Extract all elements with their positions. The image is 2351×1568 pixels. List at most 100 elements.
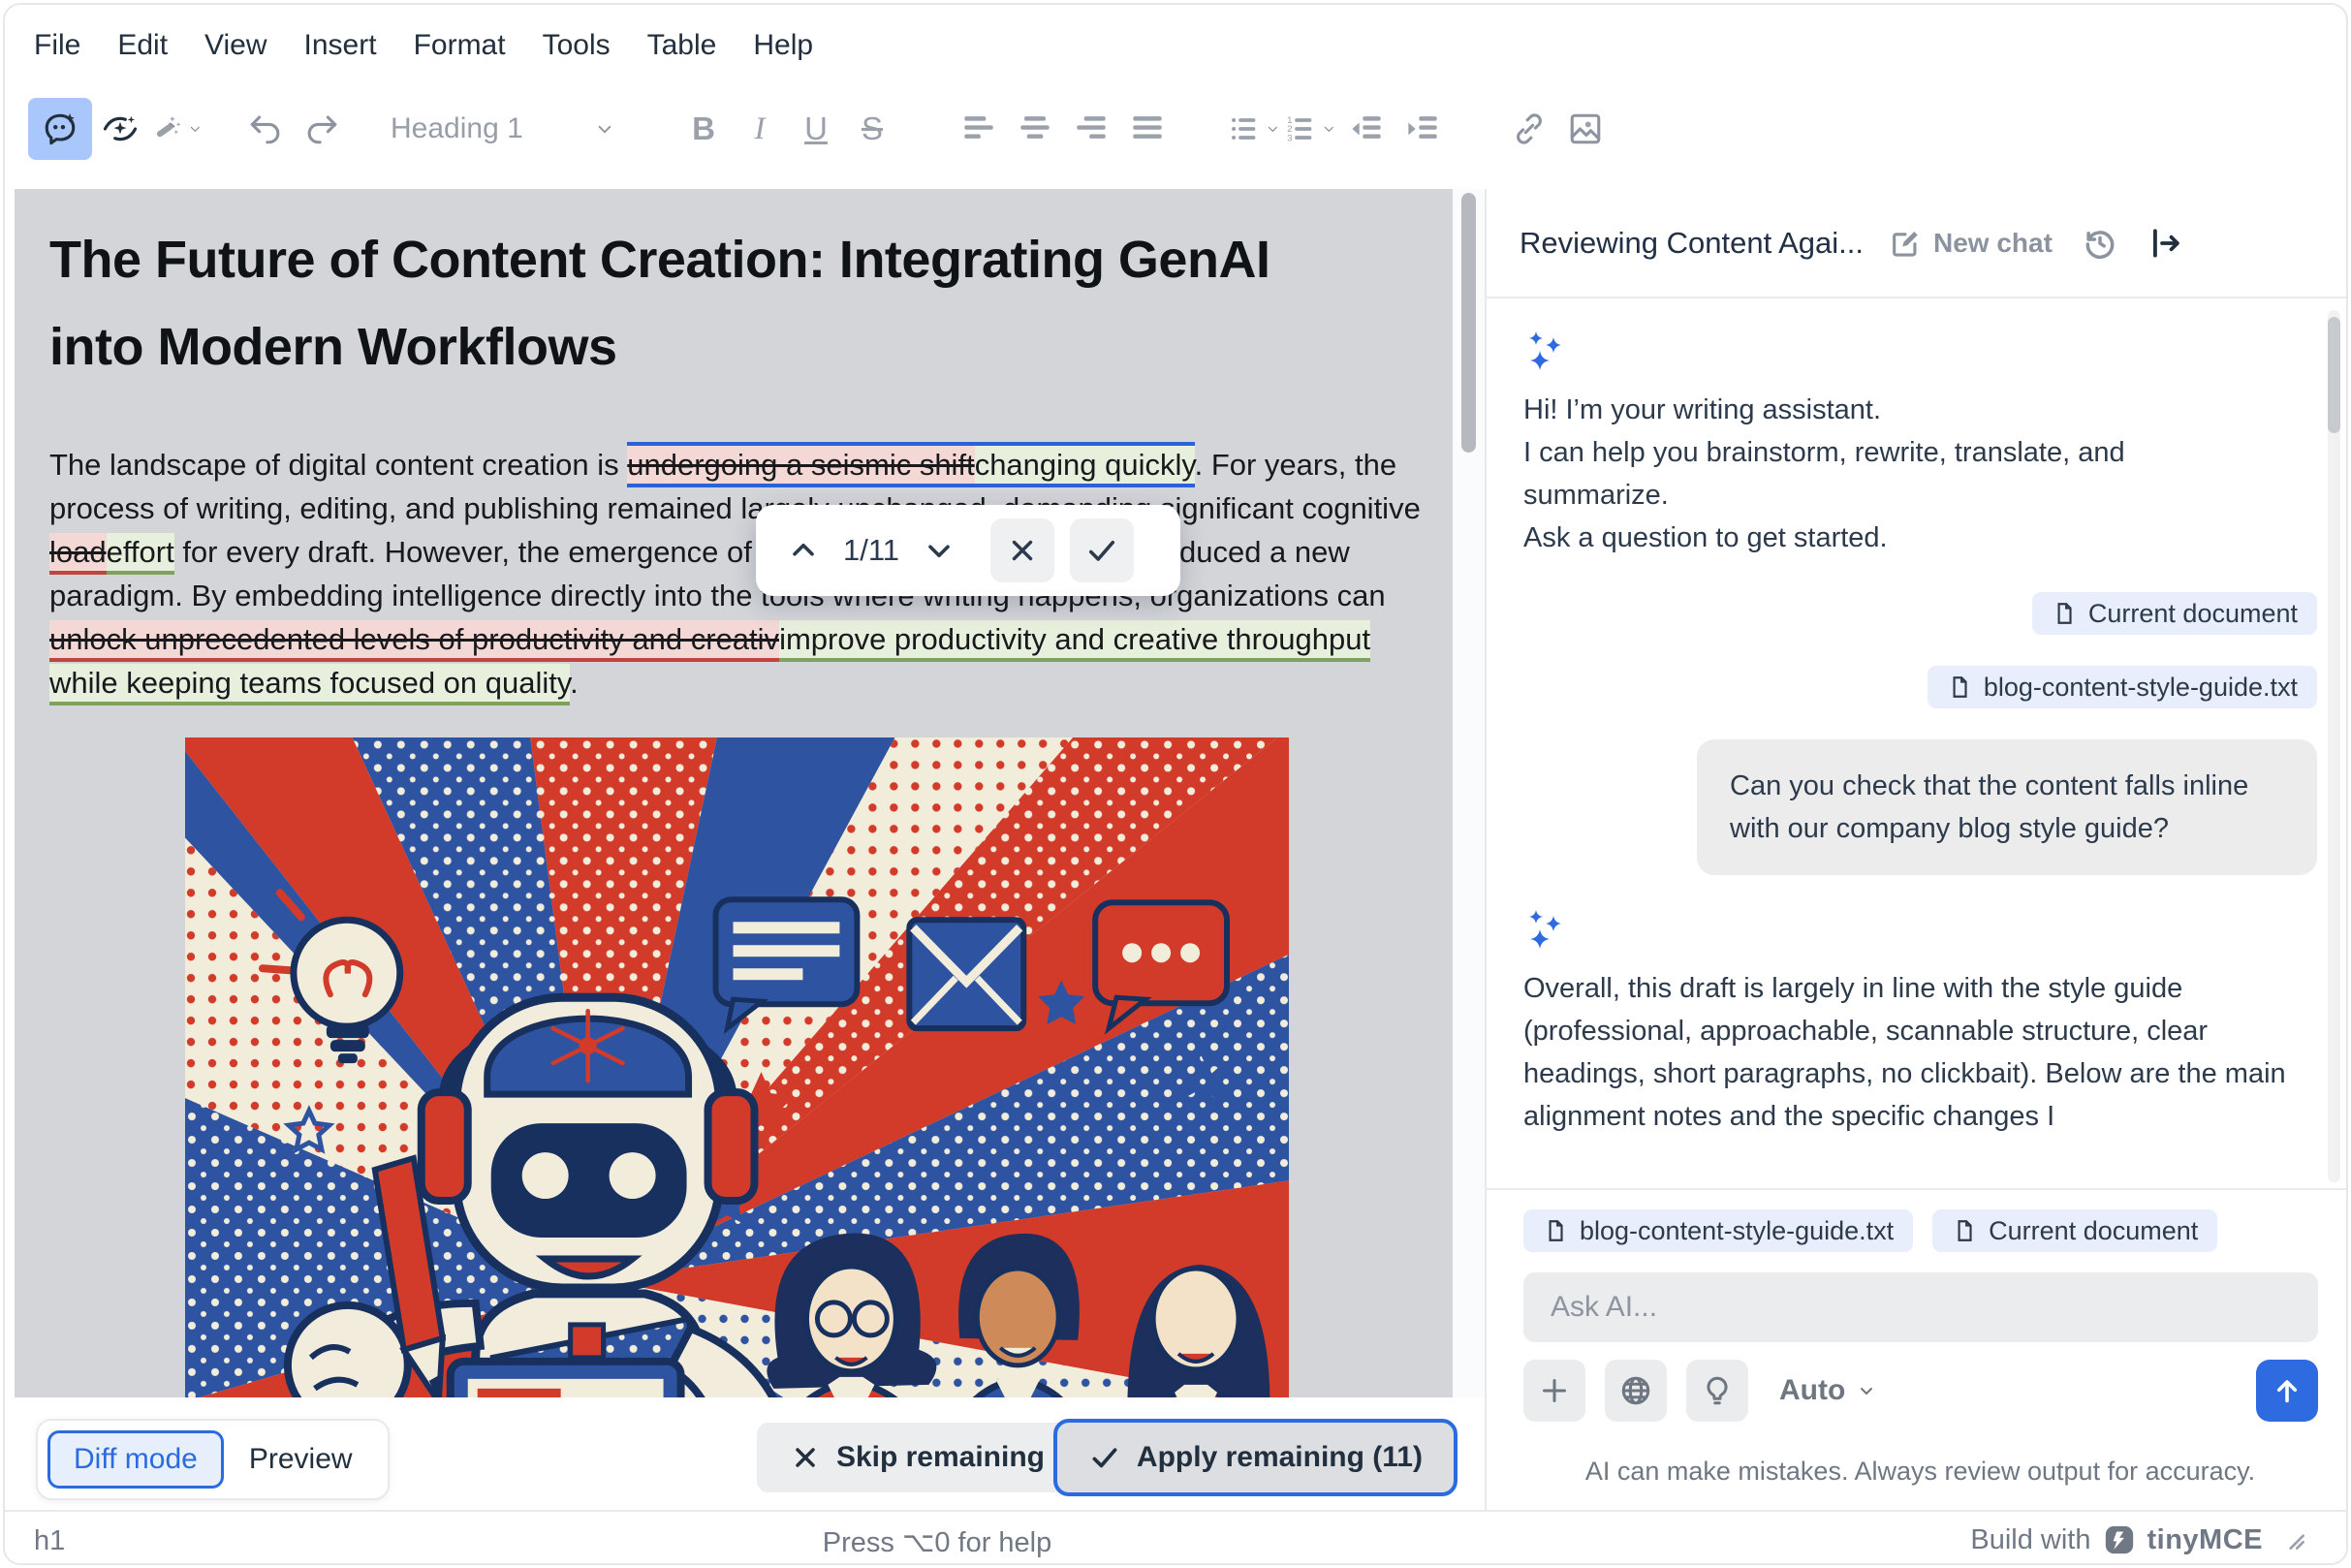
close-icon (1012, 540, 1033, 561)
diff-mode-tab[interactable]: Diff mode (47, 1430, 224, 1489)
close-icon (796, 1448, 815, 1467)
ai-sparkle-icon (1529, 331, 1561, 370)
preview-tab[interactable]: Preview (224, 1443, 378, 1476)
menu-help[interactable]: Help (753, 29, 813, 62)
skip-remaining-button[interactable]: Skip remaining (756, 1423, 1078, 1492)
attached-chip-current-document[interactable]: Current document (1932, 1209, 2218, 1252)
history-icon (2085, 230, 2115, 259)
block-format-select[interactable]: Heading 1 (383, 112, 625, 145)
editor-scrollbar-track[interactable] (1453, 189, 1485, 1397)
suggestions-button[interactable] (1686, 1360, 1748, 1422)
menu-insert[interactable]: Insert (304, 29, 377, 62)
model-mode-select[interactable]: Auto (1779, 1374, 1878, 1407)
branding[interactable]: Build with tinyMCE (1970, 1523, 2307, 1556)
menu-tools[interactable]: Tools (543, 29, 611, 62)
assistant-prompt: Ask a question to get started. (1523, 522, 1888, 553)
block-format-label: Heading 1 (391, 112, 523, 144)
reject-diff-button[interactable] (990, 518, 1055, 582)
chevron-down-icon (1269, 126, 1278, 132)
diff-ins[interactable]: changing quickly (974, 442, 1195, 487)
bullet-list-button[interactable] (1226, 98, 1282, 160)
bold-button[interactable]: B (675, 110, 732, 147)
accept-diff-button[interactable] (1070, 518, 1135, 582)
globe-icon (1621, 1376, 1650, 1405)
chevron-down-icon (1861, 1388, 1873, 1395)
editor-content[interactable]: The Future of Content Creation: Integrat… (15, 189, 1453, 1397)
element-path[interactable]: h1 (34, 1525, 65, 1557)
apply-remaining-button[interactable]: Apply remaining (11) (1052, 1419, 1458, 1496)
chat-scrollbar-thumb[interactable] (2328, 317, 2340, 433)
diff-del[interactable]: unlock unprecedented levels of productiv… (49, 620, 780, 662)
paragraph-text: . (570, 666, 579, 700)
menu-table[interactable]: Table (647, 29, 717, 62)
align-right-button[interactable] (1063, 98, 1119, 160)
align-center-button[interactable] (1007, 98, 1063, 160)
svg-text:3: 3 (1287, 133, 1292, 142)
menu-edit[interactable]: Edit (117, 29, 168, 62)
insert-image-button[interactable] (1557, 98, 1614, 160)
document-icon (1549, 1220, 1563, 1241)
toolbar: Heading 1 B I U S 123 (28, 94, 1614, 164)
ai-sidebar: Reviewing Content Agai... New chat Hi! I… (1487, 189, 2346, 1510)
indent-button[interactable] (1395, 98, 1451, 160)
diff-counter: 1/11 (843, 533, 900, 567)
diff-ins[interactable]: effort (106, 533, 174, 575)
context-chip-current-document[interactable]: Current document (2031, 592, 2317, 635)
redo-button[interactable] (294, 98, 350, 160)
ai-review-button[interactable] (92, 98, 148, 160)
ask-ai-placeholder: Ask AI... (1551, 1291, 1658, 1323)
send-button[interactable] (2256, 1360, 2318, 1422)
app-window: File Edit View Insert Format Tools Table Help H… (3, 3, 2348, 1565)
context-chip-style-guide[interactable]: blog-content-style-guide.txt (1927, 666, 2317, 708)
ai-assistant-button[interactable] (28, 98, 92, 160)
numbered-list-button[interactable]: 123 (1282, 98, 1338, 160)
web-search-button[interactable] (1605, 1360, 1667, 1422)
strikethrough-button[interactable]: S (844, 110, 900, 147)
ai-disclaimer: AI can make mistakes. Always review outp… (1584, 1457, 2256, 1486)
align-left-button[interactable] (951, 98, 1007, 160)
chat-history-button[interactable] (2082, 225, 2118, 262)
menu-view[interactable]: View (204, 29, 266, 62)
check-icon (1092, 1448, 1117, 1468)
menubar: File Edit View Insert Format Tools Table Help (34, 20, 813, 71)
underline-button[interactable]: U (788, 110, 844, 147)
previous-diff-button[interactable] (781, 528, 826, 573)
view-mode-toggle: Diff mode Preview (36, 1419, 390, 1500)
help-shortcut-text: Press ⌥0 for help (822, 1527, 1052, 1558)
resize-handle-icon[interactable] (2282, 1527, 2307, 1552)
chat-scrollbar-track[interactable] (2328, 310, 2340, 1182)
assistant-reply: Overall, this draft is largely in line w… (1523, 973, 2286, 1132)
magic-wand-button[interactable] (148, 98, 204, 160)
menu-file[interactable]: File (34, 29, 80, 62)
diff-del[interactable]: undergoing a seismic shift (627, 442, 975, 487)
paragraph-text: The landscape of digital content creatio… (49, 448, 628, 482)
attached-chip-style-guide[interactable]: blog-content-style-guide.txt (1523, 1209, 1914, 1252)
paragraph-text: for every draft. However, the emergence … (49, 535, 1386, 612)
outdent-button[interactable] (1338, 98, 1395, 160)
lightbulb-icon (1707, 1376, 1728, 1405)
document-paragraph: The landscape of digital content creatio… (49, 442, 1429, 706)
italic-button[interactable]: I (732, 111, 788, 147)
collapse-sidebar-button[interactable] (2147, 225, 2184, 262)
chevron-down-icon (191, 126, 201, 132)
menu-format[interactable]: Format (414, 29, 506, 62)
document-icon (2057, 603, 2072, 624)
align-justify-button[interactable] (1119, 98, 1176, 160)
next-diff-button[interactable] (917, 528, 961, 573)
document-heading: The Future of Content Creation: Integrat… (49, 231, 1270, 376)
diff-del[interactable]: load (49, 533, 107, 575)
ask-ai-input[interactable]: Ask AI... (1523, 1272, 2318, 1342)
undo-button[interactable] (237, 98, 294, 160)
new-chat-button[interactable]: New chat (1889, 227, 2053, 260)
collapse-panel-icon (2152, 228, 2179, 258)
chevron-down-icon (1325, 126, 1334, 132)
link-button[interactable] (1501, 98, 1557, 160)
arrow-up-icon (2276, 1380, 2298, 1403)
chat-transcript[interactable]: Hi! I’m your writing assistant. I can he… (1487, 300, 2346, 1190)
attach-button[interactable] (1523, 1360, 1585, 1422)
plus-icon (1543, 1379, 1566, 1402)
editor-scrollbar-thumb[interactable] (1461, 193, 1476, 453)
check-icon (1088, 540, 1115, 561)
sidebar-header: Reviewing Content Agai... New chat (1487, 189, 2346, 298)
assistant-greeting: Hi! I’m your writing assistant. (1523, 394, 1882, 425)
